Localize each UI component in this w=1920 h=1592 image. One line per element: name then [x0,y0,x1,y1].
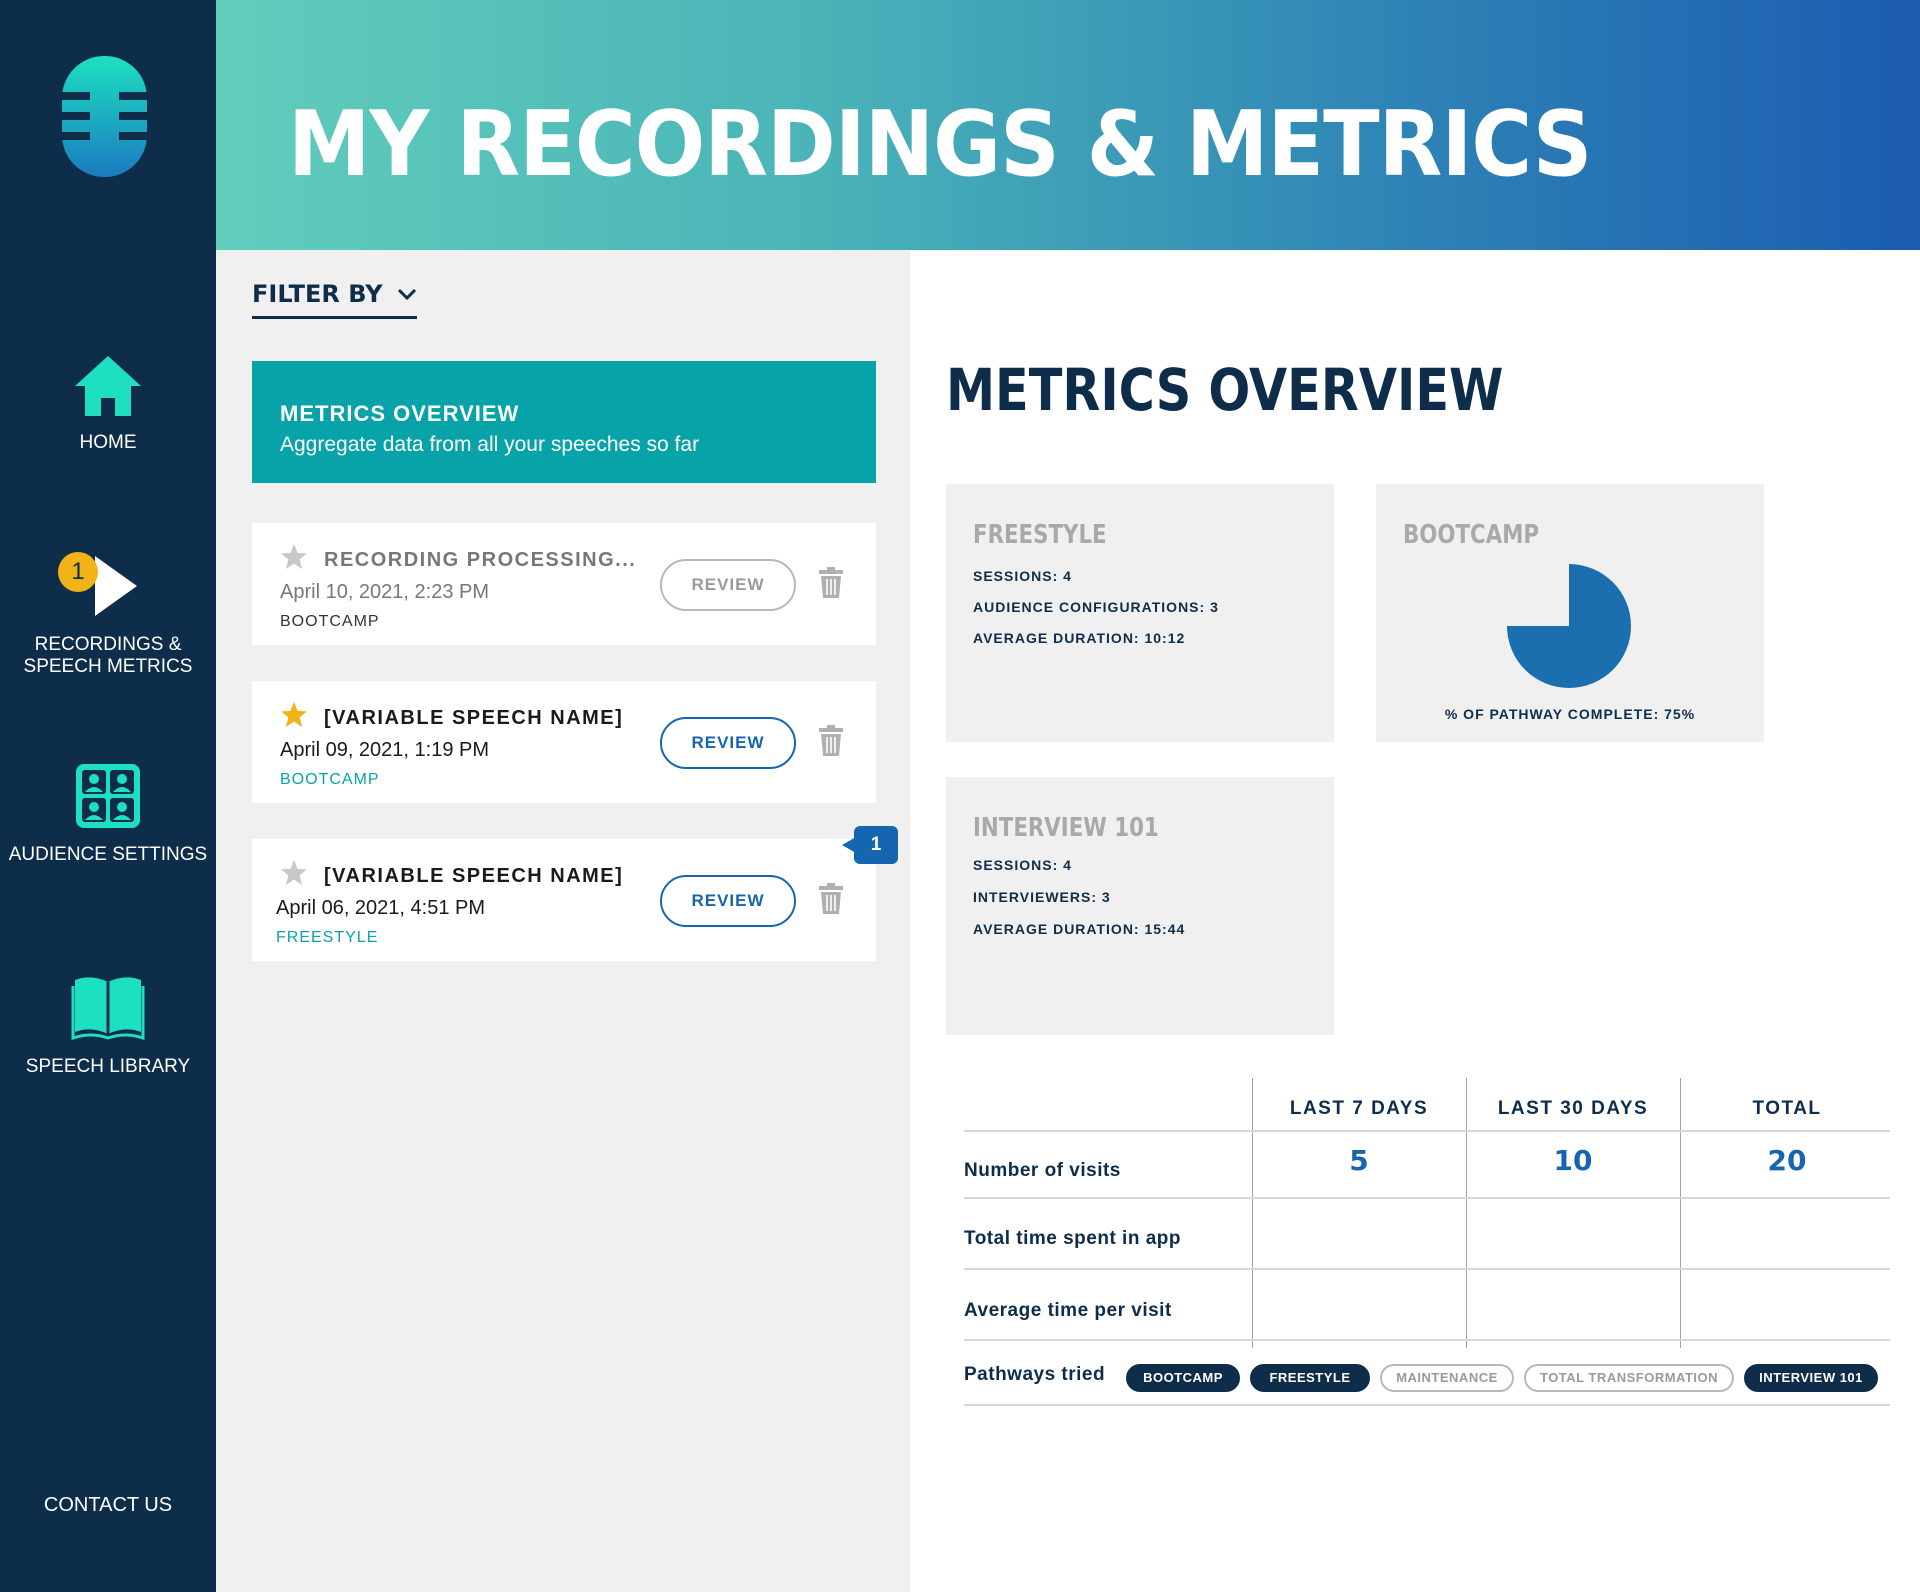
row-label: Average time per visit [964,1300,1172,1321]
pathway-pill-freestyle[interactable]: FREESTYLE [1250,1364,1370,1392]
interview-metrics-card: INTERVIEW 101 SESSIONS: 4 INTERVIEWERS: … [946,777,1334,1035]
review-button[interactable]: REVIEW [660,875,796,927]
new-recording-badge: 1 [842,826,898,864]
recording-date: April 06, 2021, 4:51 PM [276,897,486,919]
contact-us-link[interactable]: CONTACT US [0,1494,216,1516]
audience-grid-icon [76,764,140,828]
sidebar-item-label: AUDIENCE SETTINGS [8,844,208,865]
sidebar-item-label: RECORDINGS & SPEECH METRICS [23,634,193,677]
freestyle-metrics-card: FREESTYLE SESSIONS: 4 AUDIENCE CONFIGURA… [946,484,1334,742]
pathway-progress-pie [1507,564,1631,688]
table-rule [964,1130,1890,1132]
book-icon [71,977,145,1041]
recording-date: April 10, 2021, 2:23 PM [280,581,490,603]
recording-title: RECORDING PROCESSING... [324,549,637,571]
sidebar-item-label: HOME [79,432,137,453]
sidebar-item-speech-library[interactable]: SPEECH LIBRARY [0,972,216,1078]
home-icon [75,356,141,416]
pathway-pill-maintenance[interactable]: MAINTENANCE [1380,1364,1514,1392]
row-label: Total time spent in app [964,1228,1181,1249]
visits-value: 5 [1349,1144,1369,1177]
card-stat: AVERAGE DURATION: 15:44 [973,921,1186,937]
recording-title: [VARIABLE SPEECH NAME] [324,865,624,887]
recordings-panel: FILTER BY METRICS OVERVIEW Aggregate dat… [216,250,910,1592]
table-rule [964,1404,1890,1406]
card-stat: SESSIONS: 4 [973,857,1072,873]
bootcamp-metrics-card: BOOTCAMP % OF PATHWAY COMPLETE: 75% [1376,484,1764,742]
sidebar-item-home[interactable]: HOME [0,354,216,454]
table-rule [964,1197,1890,1199]
pathways-label: Pathways tried [964,1364,1106,1385]
trash-icon[interactable] [818,567,844,599]
page-header: MY RECORDINGS & METRICS [216,0,1920,250]
column-header: LAST 30 DAYS [1497,1098,1649,1119]
pie-label: % OF PATHWAY COMPLETE: 75% [1444,706,1696,722]
card-stat: SESSIONS: 4 [973,568,1072,584]
sidebar-item-label: SPEECH LIBRARY [25,1056,191,1077]
recording-pathway-tag: BOOTCAMP [280,613,380,630]
badge-count: 1 [854,826,898,864]
metrics-overview-heading: METRICS OVERVIEW [946,356,1504,424]
visits-value: 10 [1553,1144,1593,1177]
recording-date: April 09, 2021, 1:19 PM [280,739,490,761]
review-button[interactable]: REVIEW [660,559,796,611]
pathway-pill-bootcamp[interactable]: BOOTCAMP [1126,1364,1240,1392]
table-rule [964,1339,1890,1341]
sidebar-item-audience-settings[interactable]: AUDIENCE SETTINGS [0,762,216,866]
trash-icon[interactable] [818,725,844,757]
recording-title: [VARIABLE SPEECH NAME] [324,707,624,729]
card-stat: INTERVIEWERS: 3 [973,889,1111,905]
card-stat: AUDIENCE CONFIGURATIONS: 3 [973,599,1219,615]
sidebar-item-recordings[interactable]: RECORDINGS & SPEECH METRICS [0,552,216,678]
star-icon[interactable] [280,543,308,571]
pie-slice-complete [1507,564,1631,688]
visits-value: 20 [1767,1144,1807,1177]
metrics-panel: METRICS OVERVIEW FREESTYLE SESSIONS: 4 A… [910,250,1920,1592]
trash-icon[interactable] [818,883,844,915]
filter-label: FILTER BY [252,280,383,308]
sidebar: HOME RECORDINGS & SPEECH METRICS 1 AUDIE… [0,0,216,1592]
notification-badge: 1 [58,552,98,592]
recording-pathway-tag: BOOTCAMP [280,771,380,788]
overview-card-title: METRICS OVERVIEW [280,401,520,426]
card-title: BOOTCAMP [1403,520,1540,550]
star-icon[interactable] [280,859,308,887]
table-rule [964,1268,1890,1270]
recording-item: [VARIABLE SPEECH NAME] April 06, 2021, 4… [252,839,876,961]
page-title: MY RECORDINGS & METRICS [288,92,1592,197]
recording-item: RECORDING PROCESSING... April 10, 2021, … [252,523,876,645]
chevron-down-icon [397,288,416,301]
filter-dropdown[interactable]: FILTER BY [252,280,417,319]
card-stat: AVERAGE DURATION: 10:12 [973,630,1186,646]
review-button[interactable]: REVIEW [660,717,796,769]
microphone-logo-icon [62,56,147,177]
star-filled-icon[interactable] [280,701,308,729]
overview-card-subtitle: Aggregate data from all your speeches so… [280,433,700,456]
pathway-pill-total-transformation[interactable]: TOTAL TRANSFORMATION [1524,1364,1734,1392]
card-title: FREESTYLE [973,520,1107,550]
row-label: Number of visits [964,1160,1121,1181]
recording-pathway-tag: FREESTYLE [276,929,379,946]
metrics-overview-card[interactable]: METRICS OVERVIEW Aggregate data from all… [252,361,876,483]
pathway-pill-interview-101[interactable]: INTERVIEW 101 [1744,1364,1878,1392]
column-header: TOTAL [1752,1098,1822,1119]
column-header: LAST 7 DAYS [1289,1098,1429,1119]
card-title: INTERVIEW 101 [973,813,1159,843]
recording-item: [VARIABLE SPEECH NAME] April 09, 2021, 1… [252,681,876,803]
